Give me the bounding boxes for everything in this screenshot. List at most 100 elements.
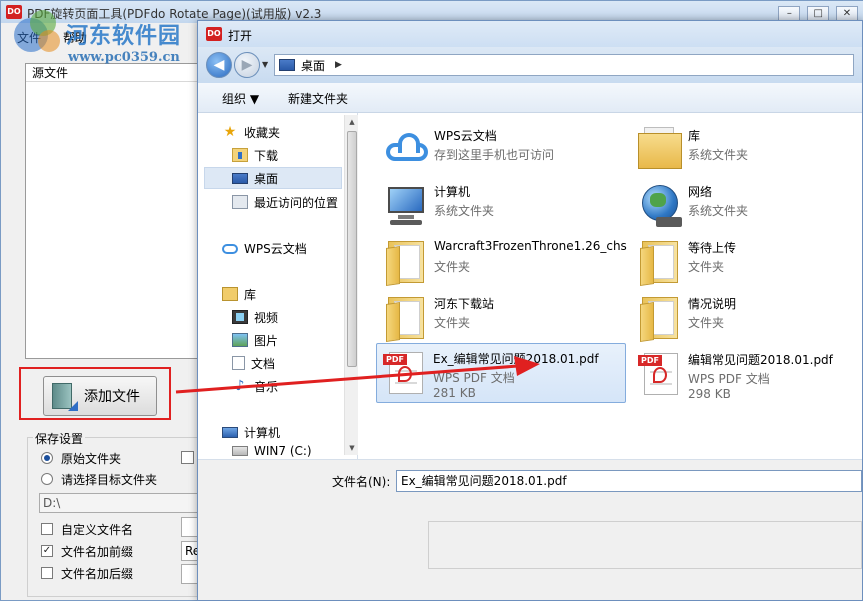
tree-item-favorites[interactable]: ★ 收藏夹	[222, 121, 280, 143]
cloud-icon	[222, 244, 238, 254]
checkbox-checked: ✓	[41, 545, 53, 557]
file-name: 情况说明	[688, 297, 737, 311]
menu-file[interactable]: 文件	[17, 29, 41, 46]
file-item-pdf-selected[interactable]: PDF Ex_编辑常见问题2018.01.pdf WPS PDF 文档 281 …	[376, 343, 626, 403]
navigation-tree: ★ 收藏夹 下载 桌面 最近访问的位置 WPS云文档 库 视频 图片 文档 ♪ …	[198, 113, 358, 459]
file-item-folder[interactable]: Warcraft3FrozenThrone1.26_chs 文件夹	[378, 233, 628, 289]
file-type: 文件夹	[434, 260, 471, 274]
file-item-folder[interactable]: 情况说明 文件夹	[632, 289, 863, 345]
folder-icon	[382, 293, 430, 342]
tree-scrollbar[interactable]: ▲ ▼	[344, 115, 358, 455]
file-type: 存到这里手机也可访问	[434, 148, 555, 162]
desktop-icon	[232, 172, 248, 184]
suffix-option[interactable]: 文件名加后缀	[41, 565, 133, 581]
file-item-network[interactable]: 网络 系统文件夹	[632, 177, 863, 233]
save-settings-legend: 保存设置	[33, 430, 86, 447]
navigation-bar: ◀ ▶ ▼ 桌面 ▶	[198, 47, 862, 83]
drive-icon	[232, 446, 248, 456]
document-icon	[232, 356, 245, 370]
back-button[interactable]: ◀	[206, 52, 232, 78]
radio-original-folder[interactable]: 原始文件夹	[41, 450, 121, 466]
cloud-icon	[382, 125, 430, 173]
library-icon	[222, 287, 238, 301]
source-file-list[interactable]: 源文件	[25, 63, 201, 359]
tree-item-documents[interactable]: 文档	[232, 352, 275, 374]
history-dropdown-icon[interactable]: ▼	[262, 60, 268, 69]
music-icon: ♪	[235, 378, 245, 394]
filename-input[interactable]: Ex_编辑常见问题2018.01.pdf	[396, 470, 862, 492]
scroll-up-icon[interactable]: ▲	[345, 115, 359, 129]
custom-filename-option[interactable]: 自定义文件名	[41, 521, 133, 537]
file-name: 等待上传	[688, 241, 737, 255]
computer-icon	[222, 426, 238, 438]
computer-icon	[382, 181, 430, 229]
tree-item-wps-cloud[interactable]: WPS云文档	[222, 237, 307, 259]
prefix-option[interactable]: ✓ 文件名加前缀	[41, 543, 133, 559]
dialog-logo-icon: DO	[206, 27, 222, 41]
desktop-icon	[279, 59, 295, 71]
tree-item-desktop[interactable]: 桌面	[204, 167, 342, 189]
tree-item-label: 文档	[251, 356, 276, 371]
tree-item-label: 计算机	[244, 425, 281, 440]
scrollbar-thumb[interactable]	[347, 131, 357, 367]
recent-places-icon	[232, 195, 248, 209]
tree-item-label: 视频	[254, 310, 279, 325]
file-size: 298 KB	[688, 387, 731, 401]
file-item-computer[interactable]: 计算机 系统文件夹	[378, 177, 628, 233]
new-folder-button[interactable]: 新建文件夹	[288, 90, 348, 107]
tree-item-label: 收藏夹	[244, 125, 281, 140]
file-type: 文件夹	[434, 316, 471, 330]
file-item-library[interactable]: 库 系统文件夹	[632, 121, 863, 177]
tree-item-videos[interactable]: 视频	[232, 306, 278, 328]
file-item-folder[interactable]: 等待上传 文件夹	[632, 233, 863, 289]
star-icon: ★	[223, 124, 237, 140]
tree-item-label: 图片	[254, 333, 279, 348]
tree-item-pictures[interactable]: 图片	[232, 329, 278, 351]
folder-icon	[382, 237, 430, 286]
tree-item-drive-c[interactable]: WIN7 (C:)	[232, 443, 312, 459]
file-name: Ex_编辑常见问题2018.01.pdf	[433, 352, 599, 366]
suffix-label: 文件名加后缀	[61, 566, 134, 581]
file-list: WPS云文档 存到这里手机也可访问 库 系统文件夹 计算机 系统文件夹 网络 系…	[360, 113, 862, 459]
tree-item-label: 下载	[254, 148, 279, 163]
tree-item-label: WPS云文档	[244, 241, 307, 256]
forward-button[interactable]: ▶	[234, 52, 260, 78]
tree-item-music[interactable]: ♪ 音乐	[232, 375, 278, 397]
prefix-label: 文件名加前缀	[61, 544, 134, 559]
extra-checkbox[interactable]	[181, 451, 194, 464]
file-name: 库	[688, 129, 701, 143]
menu-help[interactable]: 帮助	[63, 29, 87, 46]
tree-item-library[interactable]: 库	[222, 283, 256, 305]
organize-button[interactable]: 组织 ▼	[222, 90, 259, 107]
library-icon	[636, 125, 684, 173]
radio-original-label: 原始文件夹	[61, 451, 122, 466]
filename-label: 文件名(N):	[332, 475, 391, 489]
file-type: WPS PDF 文档	[688, 372, 770, 386]
address-bar[interactable]: 桌面 ▶	[274, 54, 854, 76]
folder-icon	[636, 293, 684, 342]
file-item-folder[interactable]: 河东下载站 文件夹	[378, 289, 628, 345]
file-item-wps-cloud[interactable]: WPS云文档 存到这里手机也可访问	[378, 121, 628, 177]
file-type: 文件夹	[688, 316, 725, 330]
tree-item-recent[interactable]: 最近访问的位置	[232, 191, 338, 213]
file-name: WPS云文档	[434, 129, 497, 143]
tree-item-computer[interactable]: 计算机	[222, 421, 280, 443]
dialog-titlebar: DO 打开	[198, 21, 862, 47]
custom-filename-label: 自定义文件名	[61, 522, 134, 537]
radio-dot	[41, 452, 53, 464]
file-item-pdf[interactable]: PDF 编辑常见问题2018.01.pdf WPS PDF 文档 298 KB	[632, 345, 863, 405]
folder-icon	[636, 237, 684, 286]
network-icon	[636, 181, 684, 229]
target-path-field[interactable]: D:\	[39, 493, 201, 513]
pdf-icon: PDF	[381, 348, 429, 396]
scroll-down-icon[interactable]: ▼	[345, 441, 359, 455]
radio-target-folder[interactable]: 请选择目标文件夹	[41, 471, 157, 487]
breadcrumb-arrow-icon[interactable]: ▶	[335, 60, 342, 70]
dialog-title: 打开	[228, 29, 253, 43]
file-type: 系统文件夹	[688, 204, 749, 218]
file-name: 网络	[688, 185, 713, 199]
file-type: 文件夹	[688, 260, 725, 274]
tree-item-downloads[interactable]: 下载	[232, 144, 278, 166]
file-type: WPS PDF 文档	[433, 371, 515, 385]
breadcrumb-desktop[interactable]: 桌面	[301, 57, 325, 74]
